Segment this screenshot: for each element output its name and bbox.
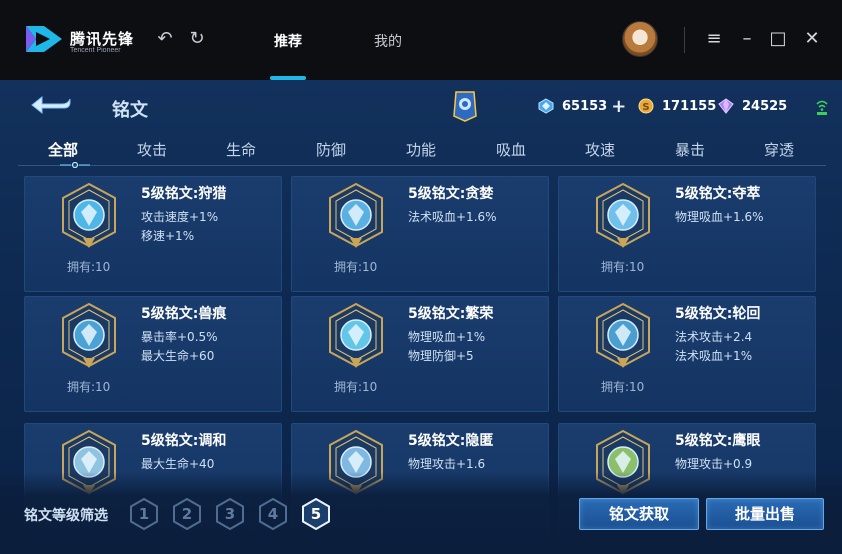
inscription-stat: 物理吸血+1.6%	[675, 210, 764, 224]
resource-crystal: 24525	[718, 96, 787, 116]
level-filter-2[interactable]: 2	[172, 497, 202, 531]
category-all[interactable]: 全部	[48, 139, 78, 160]
undo-icon[interactable]: ↶	[155, 29, 175, 49]
category-penetration[interactable]: 穿透	[764, 139, 794, 160]
inscription-stat: 最大生命+40	[141, 457, 215, 471]
inscription-emblem-icon	[329, 182, 383, 248]
level-filter-5[interactable]: 5	[301, 497, 331, 531]
signal-icon	[816, 100, 828, 115]
inscription-title: 5级铭文:鹰眼	[675, 433, 761, 449]
inscription-stat: 法术吸血+1.6%	[408, 210, 497, 224]
category-tabs: 全部 攻击 生命 防御 功能 吸血 攻速 暴击 穿透	[18, 136, 826, 168]
refresh-icon[interactable]: ↻	[187, 29, 207, 49]
inscription-card[interactable]: 5级铭文:兽痕 暴击率+0.5% 最大生命+60 拥有:10	[24, 296, 282, 412]
level-filter-4[interactable]: 4	[258, 497, 288, 531]
inscription-title: 5级铭文:调和	[141, 433, 227, 449]
resource-gold: S 171155	[638, 96, 716, 116]
inscription-stat: 物理吸血+1%	[408, 330, 486, 344]
resource-coupons: 65153 +	[538, 96, 626, 117]
minimize-icon[interactable]: –	[737, 29, 757, 49]
inscription-title: 5级铭文:狩猎	[141, 186, 227, 202]
resource-coupons-value: 65153	[562, 98, 608, 114]
active-category-indicator	[60, 162, 90, 168]
category-health[interactable]: 生命	[226, 139, 256, 160]
inscription-title: 5级铭文:轮回	[675, 306, 761, 322]
purple-crystal-icon	[718, 98, 734, 114]
inscription-stat: 最大生命+60	[141, 349, 215, 363]
inscription-stat: 移速+1%	[141, 229, 195, 243]
game-content: 铭文 65153 + S 171155 24525 全部 攻击 生命 防御 功能…	[0, 80, 842, 554]
resource-gold-value: 171155	[662, 98, 717, 114]
close-icon[interactable]: ✕	[802, 29, 822, 49]
category-crit[interactable]: 暴击	[675, 139, 705, 160]
bulk-sell-button[interactable]: 批量出售	[706, 498, 824, 530]
inscription-emblem-icon	[596, 182, 650, 248]
category-utility[interactable]: 功能	[406, 139, 436, 160]
inscription-stat: 攻击速度+1%	[141, 210, 219, 224]
back-arrow-icon[interactable]	[28, 94, 74, 116]
inscription-owned-count: 拥有:10	[67, 380, 111, 394]
inscription-owned-count: 拥有:10	[67, 260, 111, 274]
inscription-emblem-icon	[62, 302, 116, 368]
inscription-stat: 法术攻击+2.4	[675, 330, 753, 344]
app-logo-icon	[26, 26, 62, 52]
add-coupons-icon[interactable]: +	[611, 96, 626, 117]
level-filter-number: 1	[138, 505, 150, 523]
category-attack[interactable]: 攻击	[137, 139, 167, 160]
gold-coin-icon: S	[638, 98, 654, 114]
page-title: 铭文	[112, 100, 148, 121]
inscription-owned-count: 拥有:10	[601, 380, 645, 394]
inscription-owned-count: 拥有:10	[601, 260, 645, 274]
level-filter-number: 4	[267, 505, 279, 523]
title-bar: 腾讯先锋 Tencent Pioneer ↶ ↻ 推荐 我的 ≡ – □ ✕	[0, 0, 842, 80]
level-filter-3[interactable]: 3	[215, 497, 245, 531]
inscription-emblem-icon	[329, 302, 383, 368]
inscription-stat: 物理攻击+0.9	[675, 457, 753, 471]
acquire-inscription-button[interactable]: 铭文获取	[579, 498, 699, 530]
inscription-owned-count: 拥有:10	[334, 380, 378, 394]
inscription-owned-count: 拥有:10	[334, 260, 378, 274]
diamond-coupon-icon	[538, 98, 554, 114]
divider	[684, 27, 685, 53]
inscription-stat: 法术吸血+1%	[675, 349, 753, 363]
inscription-stat: 物理防御+5	[408, 349, 474, 363]
user-avatar[interactable]	[622, 21, 658, 57]
inscription-emblem-icon	[62, 182, 116, 248]
inscription-card[interactable]: 5级铭文:夺萃 物理吸血+1.6% 拥有:10	[558, 176, 816, 292]
tab-recommend[interactable]: 推荐	[274, 31, 302, 51]
inscription-card[interactable]: 5级铭文:狩猎 攻击速度+1% 移速+1% 拥有:10	[24, 176, 282, 292]
level-filter-1[interactable]: 1	[129, 497, 159, 531]
inscription-emblem-icon	[596, 302, 650, 368]
category-attack-speed[interactable]: 攻速	[585, 139, 615, 160]
maximize-icon[interactable]: □	[768, 29, 788, 49]
inscription-title: 5级铭文:夺萃	[675, 186, 761, 202]
inscription-title: 5级铭文:贪婪	[408, 186, 494, 202]
menu-icon[interactable]: ≡	[704, 29, 724, 49]
level-filter-number: 2	[181, 505, 193, 523]
inscription-stat: 物理攻击+1.6	[408, 457, 486, 471]
inscription-stat: 暴击率+0.5%	[141, 330, 218, 344]
inscription-card[interactable]: 5级铭文:贪婪 法术吸血+1.6% 拥有:10	[291, 176, 549, 292]
resource-crystal-value: 24525	[742, 98, 788, 114]
tab-mine[interactable]: 我的	[374, 31, 402, 51]
category-defense[interactable]: 防御	[316, 139, 346, 160]
inscription-card[interactable]: 5级铭文:轮回 法术攻击+2.4 法术吸血+1% 拥有:10	[558, 296, 816, 412]
svg-text:S: S	[642, 102, 649, 113]
level-filter-number: 5	[310, 505, 322, 523]
inscription-title: 5级铭文:繁荣	[408, 306, 494, 322]
category-lifesteal[interactable]: 吸血	[496, 139, 526, 160]
inscription-badge-icon[interactable]	[452, 90, 478, 122]
app-logo-text: 腾讯先锋	[70, 30, 135, 48]
inscription-title: 5级铭文:兽痕	[141, 306, 227, 322]
inscription-title: 5级铭文:隐匿	[408, 433, 494, 449]
inscription-card[interactable]: 5级铭文:繁荣 物理吸血+1% 物理防御+5 拥有:10	[291, 296, 549, 412]
app-logo-subtext: Tencent Pioneer	[70, 47, 121, 54]
level-filter-label: 铭文等级筛选	[24, 508, 108, 524]
level-filter-number: 3	[224, 505, 236, 523]
